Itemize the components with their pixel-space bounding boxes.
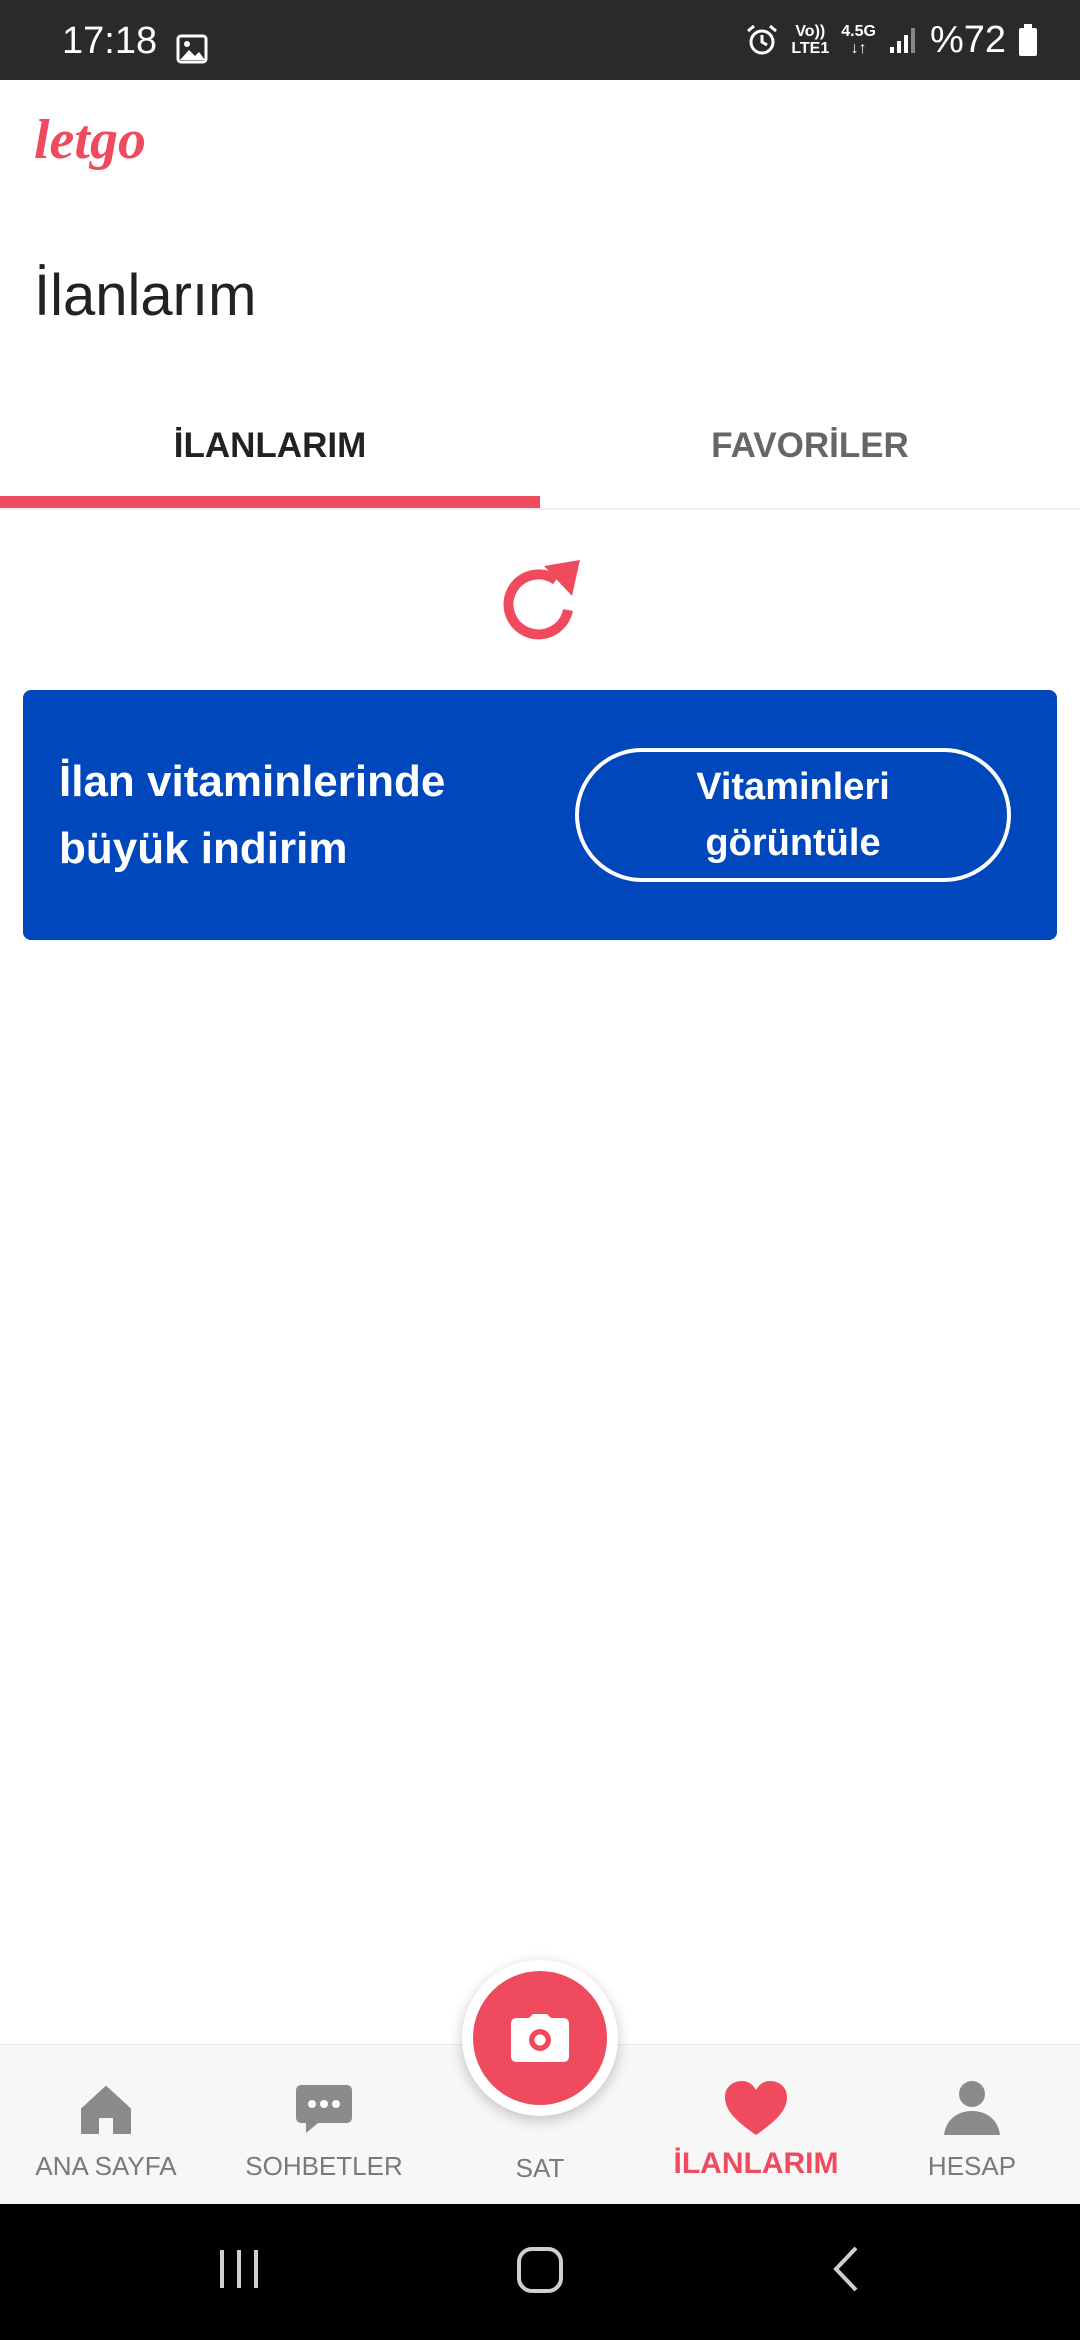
letgo-logo: letgo (34, 109, 146, 171)
status-icons: Vo)) LTE1 4.5G ↓↑ %72 (745, 18, 1038, 62)
home-icon (81, 2086, 131, 2134)
status-bar: 17:18 Vo)) LTE1 4.5G ↓↑ %72 (0, 0, 1080, 80)
nav-item-sell-label[interactable]: SAT (440, 2153, 640, 2184)
back-icon[interactable] (822, 2244, 872, 2294)
promo-banner: İlan vitaminlerinde büyük indirim Vitami… (23, 690, 1057, 940)
recent-apps-icon[interactable] (214, 2244, 264, 2294)
signal-icon (889, 28, 915, 53)
svg-text:letgo: letgo (34, 109, 146, 171)
gallery-notification-icon (176, 34, 208, 64)
home-button-icon[interactable] (514, 2244, 566, 2296)
alarm-icon (747, 24, 778, 55)
chat-icon (296, 2085, 352, 2133)
view-vitamins-button[interactable]: Vitaminleri görüntüle (575, 748, 1011, 882)
sell-camera-button[interactable] (462, 1960, 618, 2116)
volte-indicator: Vo)) LTE1 (791, 23, 830, 57)
banner-text: İlan vitaminlerinde büyük indirim (59, 757, 446, 873)
system-nav-bar (0, 2204, 1080, 2340)
screen: 17:18 Vo)) LTE1 4.5G ↓↑ %72 letgo İlanla… (0, 0, 1080, 2340)
status-time: 17:18 (62, 20, 158, 62)
tab-favoriler[interactable]: FAVORİLER (540, 384, 1080, 508)
tab-ilanlarim[interactable]: İLANLARIM (0, 384, 540, 508)
active-tab-indicator (0, 496, 540, 508)
battery-percent: %72 (929, 18, 1006, 61)
nav-item-account[interactable]: HESAP (872, 2071, 1072, 2182)
refresh-icon[interactable] (490, 552, 590, 652)
nav-item-home[interactable]: ANA SAYFA (6, 2071, 206, 2182)
nav-item-chats[interactable]: SOHBETLER (224, 2071, 424, 2182)
camera-icon (511, 2014, 569, 2062)
page-title: İlanlarım (34, 263, 257, 328)
heart-icon (725, 2081, 787, 2135)
nav-item-my-listings[interactable]: İLANLARIM (656, 2071, 856, 2181)
data-indicator: 4.5G ↓↑ (841, 23, 876, 57)
battery-icon (1019, 24, 1037, 56)
tab-bar: İLANLARIM FAVORİLER (0, 384, 1080, 510)
person-icon (944, 2081, 1000, 2135)
